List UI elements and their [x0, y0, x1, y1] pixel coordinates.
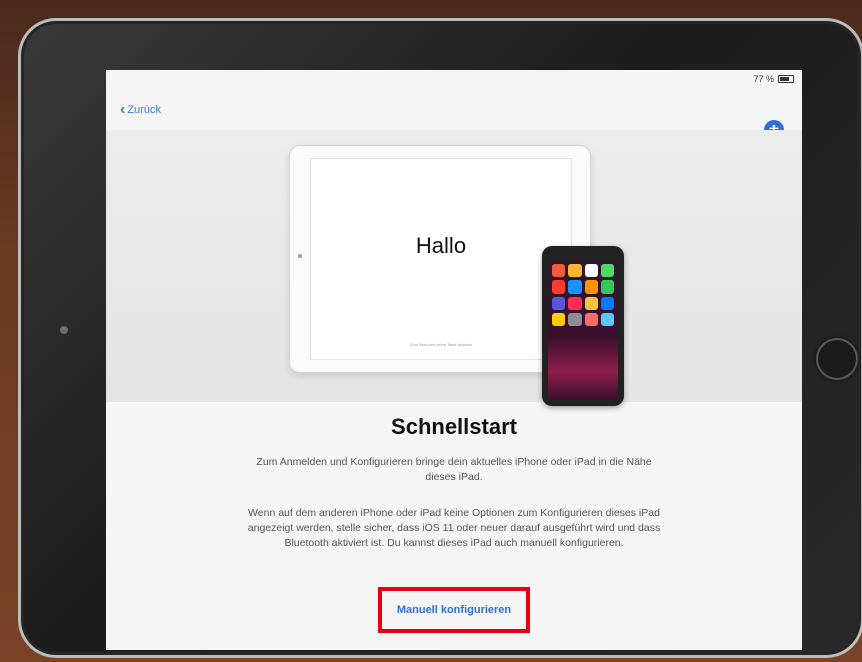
app-icon	[600, 280, 614, 294]
app-icon	[552, 312, 566, 326]
status-bar: 77 %	[753, 74, 794, 84]
app-icon	[552, 296, 566, 310]
app-icon	[584, 264, 598, 278]
app-icon	[600, 312, 614, 326]
battery-icon	[778, 75, 794, 83]
back-label: Zurück	[127, 104, 161, 116]
manual-configure-button[interactable]: Manuell konfigurieren	[397, 604, 511, 616]
app-icon	[600, 264, 614, 278]
illustration-iphone	[542, 246, 624, 406]
ipad-device: 77 % ‹ Zurück Hallo Zum Beenden deine Ta…	[18, 18, 862, 658]
quickstart-illustration: Hallo Zum Beenden deine Taste drücken	[106, 130, 802, 406]
app-icon	[552, 280, 566, 294]
app-icon	[584, 280, 598, 294]
app-icon	[600, 296, 614, 310]
description-paragraph-2: Wenn auf dem anderen iPhone oder iPad ke…	[247, 507, 661, 549]
ipad-screen: 77 % ‹ Zurück Hallo Zum Beenden deine Ta…	[106, 70, 802, 650]
illustration-ipad-camera	[298, 254, 302, 258]
illustration-ipad-screen: Hallo Zum Beenden deine Taste drücken	[310, 158, 572, 360]
app-icon	[584, 296, 598, 310]
back-button[interactable]: ‹ Zurück	[120, 101, 161, 118]
description-paragraph-1: Zum Anmelden und Konfigurieren bringe de…	[256, 456, 652, 483]
illustration-footnote: Zum Beenden deine Taste drücken	[410, 342, 472, 347]
app-icon	[568, 312, 582, 326]
home-button[interactable]	[816, 338, 858, 380]
chevron-left-icon: ‹	[120, 101, 126, 118]
app-icon	[568, 296, 582, 310]
hallo-greeting: Hallo	[415, 233, 467, 258]
app-icon	[568, 264, 582, 278]
app-icon	[568, 280, 582, 294]
front-camera	[60, 326, 68, 334]
illustration-iphone-screen	[548, 260, 618, 400]
app-icon	[552, 264, 566, 278]
highlight-box: Manuell konfigurieren	[378, 587, 530, 633]
battery-percentage: 77 %	[753, 74, 774, 84]
page-title: Schnellstart	[391, 414, 517, 439]
app-icon	[584, 312, 598, 326]
